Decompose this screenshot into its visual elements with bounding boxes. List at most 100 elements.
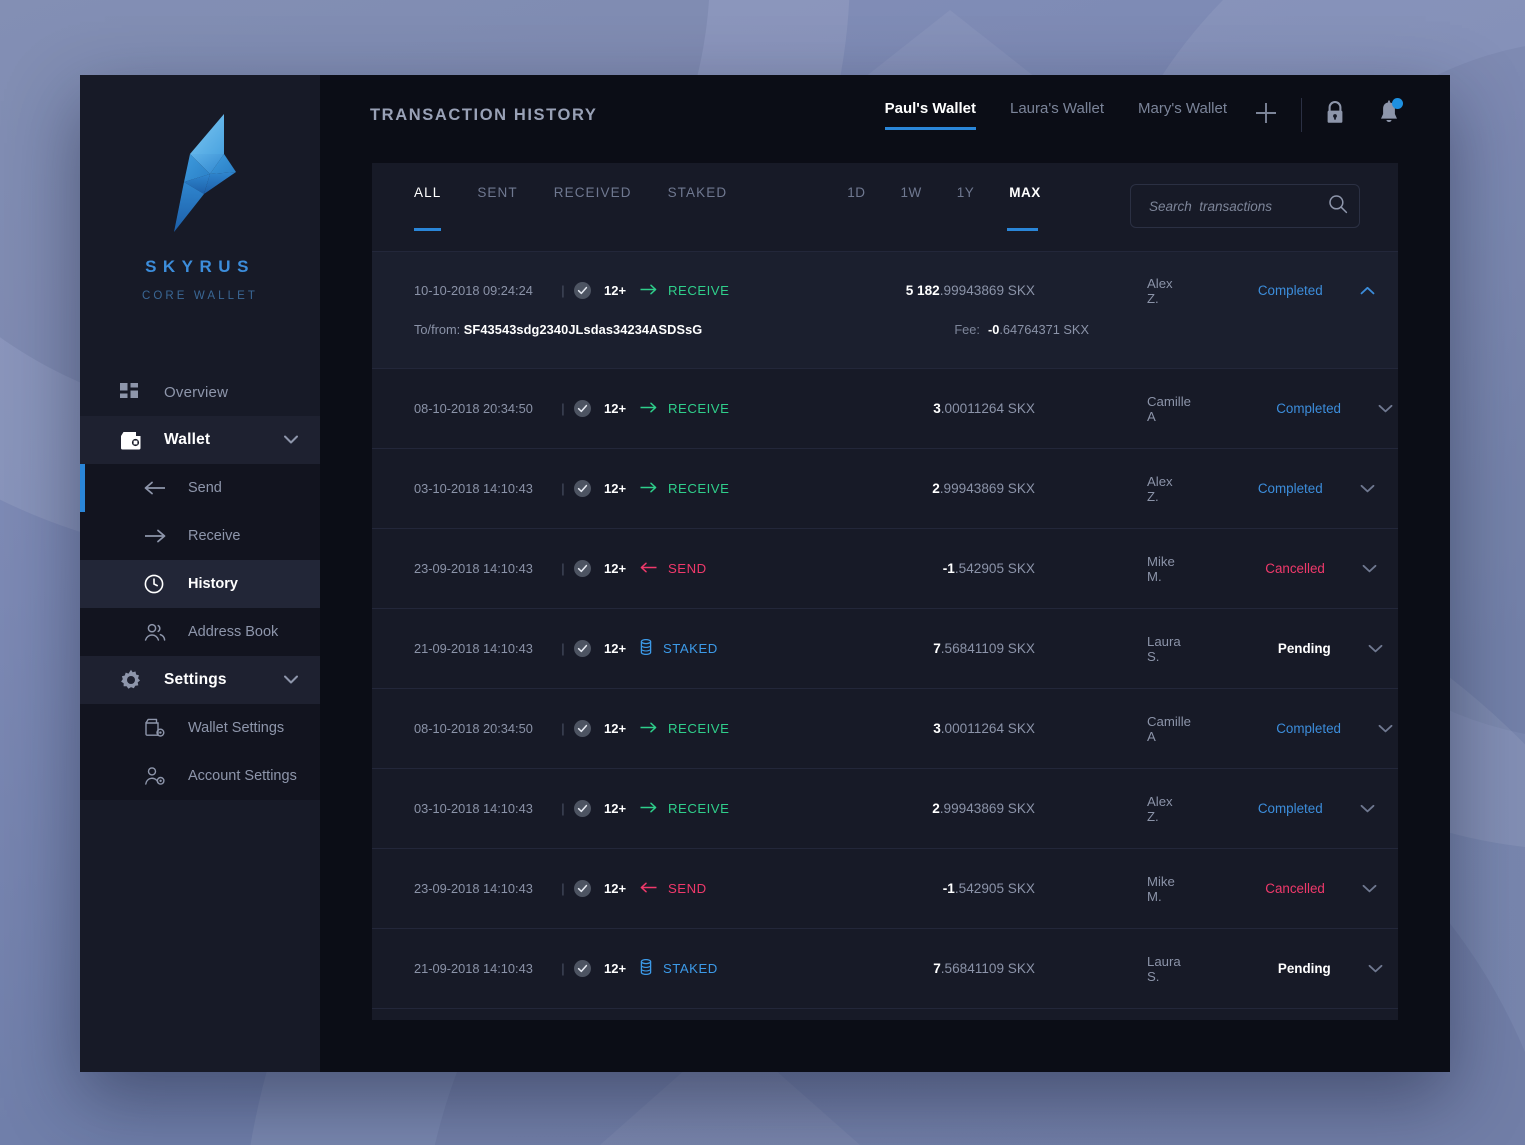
wallet-tab-lauras[interactable]: Laura's Wallet: [1010, 100, 1104, 130]
wallet-tab-marys[interactable]: Mary's Wallet: [1138, 100, 1227, 130]
transaction-row[interactable]: 08-10-2018 20:34:50 | 12+ RECEIVE 3.00011264…: [372, 689, 1398, 769]
stack-icon: [640, 638, 652, 658]
range-1y[interactable]: 1Y: [957, 183, 975, 231]
transaction-row-summary[interactable]: 08-10-2018 20:34:50 | 12+ RECEIVE 3.00011264…: [414, 369, 1393, 448]
transaction-row-summary[interactable]: 03-10-2018 14:10:43 | 12+ RECEIVE 2.99943869…: [414, 449, 1375, 528]
expand-toggle-button[interactable]: [1331, 640, 1391, 658]
sidebar-item-label: History: [188, 576, 238, 592]
sidebar-nav: Overview Wallet Send Receive History Add…: [80, 368, 320, 800]
check-circle-icon: [574, 880, 604, 897]
transaction-type-label: RECEIVE: [668, 721, 730, 736]
expand-toggle-button[interactable]: [1323, 282, 1383, 300]
transaction-type-label: SEND: [668, 881, 707, 896]
wallet-icon: [120, 431, 146, 450]
sidebar-item-send[interactable]: Send: [80, 464, 320, 512]
transaction-row[interactable]: 08-10-2018 20:34:50 | 12+ RECEIVE 3.00011264…: [372, 369, 1398, 449]
sidebar-item-history[interactable]: History: [80, 560, 320, 608]
search-icon[interactable]: [1328, 194, 1348, 219]
expand-toggle-button[interactable]: [1341, 400, 1398, 418]
sidebar-group-wallet[interactable]: Wallet: [80, 416, 320, 464]
lock-button[interactable]: [1324, 100, 1346, 131]
transaction-date: 08-10-2018 20:34:50: [414, 721, 533, 736]
transaction-type-label: RECEIVE: [668, 801, 730, 816]
transaction-row[interactable]: 21-09-2018 14:10:43 | 12+ STAKED 7.56841109 …: [372, 929, 1398, 1009]
wallet-gear-icon: [144, 718, 166, 738]
chevron-down-icon[interactable]: [1360, 800, 1375, 818]
expand-toggle-button[interactable]: [1323, 800, 1383, 818]
range-max[interactable]: MAX: [1007, 183, 1041, 231]
transaction-date: 08-10-2018 20:34:50: [414, 401, 533, 416]
desktop-background: SKYRUS CORE WALLET Overview Wallet Send …: [0, 0, 1525, 1145]
transaction-type-label: STAKED: [663, 961, 718, 976]
chevron-down-icon[interactable]: [284, 671, 298, 689]
expand-toggle-button[interactable]: [1325, 560, 1385, 578]
expand-toggle-button[interactable]: [1331, 960, 1391, 978]
chevron-down-icon[interactable]: [1362, 560, 1377, 578]
separator: |: [561, 283, 565, 298]
status-badge: Completed: [1257, 283, 1323, 298]
transaction-counterparty: Camille A: [1147, 713, 1191, 744]
user-gear-icon: [144, 766, 166, 786]
chevron-down-icon[interactable]: [1362, 880, 1377, 898]
transaction-row[interactable]: 21-09-2018 14:10:43 | 12+ STAKED 7.56841109 …: [372, 609, 1398, 689]
sidebar-wallet-submenu: Send Receive History Address Book: [80, 464, 320, 656]
tab-all[interactable]: ALL: [414, 183, 442, 231]
transaction-row-summary[interactable]: 03-10-2018 14:10:43 | 12+ RECEIVE 2.99943869…: [414, 769, 1375, 848]
transaction-row[interactable]: 23-09-2018 14:10:43 | 12+ SEND -1.542905 SKX…: [372, 529, 1398, 609]
confirmations-count: 12+: [604, 283, 627, 298]
transaction-counterparty: Mike M.: [1147, 553, 1175, 584]
chevron-down-icon[interactable]: [1360, 480, 1375, 498]
chevron-down-icon[interactable]: [1378, 720, 1393, 738]
search-input[interactable]: [1149, 198, 1328, 214]
transaction-row-summary[interactable]: 10-10-2018 09:24:24 | 12+ RECEIVE 5 182.9994…: [414, 252, 1375, 312]
transaction-row-summary[interactable]: 21-09-2018 14:10:43 | 12+ STAKED 7.56841109 …: [414, 609, 1383, 688]
status-badge: Pending: [1277, 961, 1331, 976]
transaction-row-summary[interactable]: 21-09-2018 14:10:43 | 12+ STAKED 7.56841109 …: [414, 929, 1383, 1008]
application-window: SKYRUS CORE WALLET Overview Wallet Send …: [80, 75, 1450, 1072]
transaction-list[interactable]: 10-10-2018 09:24:24 | 12+ RECEIVE 5 182.9994…: [372, 251, 1398, 1020]
notifications-button[interactable]: [1378, 97, 1403, 131]
transaction-row[interactable]: 03-10-2018 14:10:43 | 12+ RECEIVE 2.99943869…: [372, 769, 1398, 849]
sidebar-item-wallet-settings[interactable]: Wallet Settings: [80, 704, 320, 752]
transaction-row[interactable]: 10-10-2018 09:24:24 | 12+ RECEIVE 5 182.9994…: [372, 252, 1398, 369]
transaction-row-summary[interactable]: 23-09-2018 14:10:43 | 12+ SEND -1.542905 SKX…: [414, 529, 1377, 608]
sidebar-item-label: Receive: [188, 528, 241, 544]
tab-sent[interactable]: SENT: [477, 183, 517, 231]
chevron-down-icon[interactable]: [1378, 400, 1393, 418]
transaction-row[interactable]: 23-09-2018 14:10:43 | 12+ SEND -1.542905 SKX…: [372, 849, 1398, 929]
wallet-tab-pauls[interactable]: Paul's Wallet: [884, 100, 977, 130]
filter-bar: ALL SENT RECEIVED STAKED 1D 1W 1Y MAX: [372, 163, 1398, 251]
expand-toggle-button[interactable]: [1341, 720, 1398, 738]
expand-toggle-button[interactable]: [1325, 880, 1385, 898]
expand-toggle-button[interactable]: [1323, 480, 1383, 498]
confirmations-count: 12+: [604, 801, 627, 816]
sidebar-item-overview[interactable]: Overview: [80, 368, 320, 416]
notification-badge-dot: [1392, 97, 1403, 109]
sidebar-item-label: Overview: [164, 383, 229, 401]
add-wallet-button[interactable]: [1253, 100, 1279, 131]
clock-icon: [144, 574, 166, 594]
sidebar-item-address-book[interactable]: Address Book: [80, 608, 320, 656]
separator: |: [561, 401, 565, 416]
transaction-amount: 2.99943869 SKX: [932, 801, 1035, 816]
tab-staked[interactable]: STAKED: [668, 183, 728, 231]
transaction-row-summary[interactable]: 08-10-2018 20:34:50 | 12+ RECEIVE 3.00011264…: [414, 689, 1393, 768]
range-1d[interactable]: 1D: [847, 183, 865, 231]
page-title: TRANSACTION HISTORY: [370, 105, 598, 124]
chevron-down-icon[interactable]: [1368, 960, 1383, 978]
sidebar-item-receive[interactable]: Receive: [80, 512, 320, 560]
users-icon: [144, 623, 166, 641]
sidebar-group-settings[interactable]: Settings: [80, 656, 320, 704]
chevron-down-icon[interactable]: [1368, 640, 1383, 658]
chevron-up-icon[interactable]: [1360, 282, 1375, 300]
transaction-type: RECEIVE: [640, 481, 790, 496]
chevron-down-icon[interactable]: [284, 431, 298, 449]
transaction-row[interactable]: 03-10-2018 14:10:43 | 12+ RECEIVE 2.99943869…: [372, 449, 1398, 529]
transaction-row-summary[interactable]: 23-09-2018 14:10:43 | 12+ SEND -1.542905 SKX…: [414, 849, 1377, 928]
sidebar-item-label: Account Settings: [188, 768, 297, 784]
sidebar-item-account-settings[interactable]: Account Settings: [80, 752, 320, 800]
check-circle-icon: [574, 640, 604, 657]
search-box[interactable]: [1130, 184, 1360, 228]
tab-received[interactable]: RECEIVED: [554, 183, 632, 231]
range-1w[interactable]: 1W: [900, 183, 921, 231]
